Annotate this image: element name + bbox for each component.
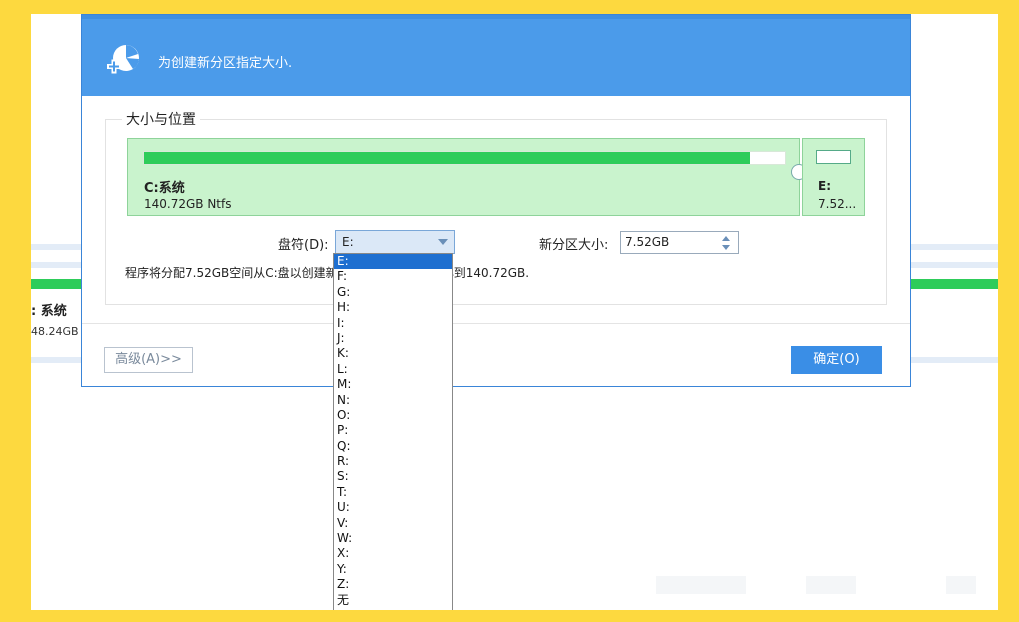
drive-letter-value: E: bbox=[342, 235, 354, 249]
dropdown-option[interactable]: J: bbox=[334, 331, 452, 346]
partition-wizard-icon bbox=[107, 45, 139, 74]
dropdown-option[interactable]: T: bbox=[334, 485, 452, 500]
partition-c-block[interactable]: C:系统 140.72GB Ntfs bbox=[127, 138, 800, 216]
dropdown-option[interactable]: S: bbox=[334, 469, 452, 484]
footer-divider bbox=[82, 323, 910, 324]
header-topline bbox=[82, 15, 910, 19]
bg-faint-block bbox=[946, 576, 976, 594]
partition-c-name: C:系统 bbox=[144, 181, 185, 196]
dropdown-option[interactable]: Y: bbox=[334, 562, 452, 577]
bg-disk-size: 48.24GB bbox=[31, 325, 79, 338]
new-size-spinbox[interactable]: 7.52GB bbox=[620, 231, 739, 254]
dropdown-option[interactable]: P: bbox=[334, 423, 452, 438]
bg-faint-block bbox=[656, 576, 746, 594]
dropdown-option[interactable]: H: bbox=[334, 300, 452, 315]
dropdown-option[interactable]: K: bbox=[334, 346, 452, 361]
partition-e-bar bbox=[816, 150, 851, 164]
spin-up-icon[interactable] bbox=[722, 236, 730, 241]
dropdown-option[interactable]: X: bbox=[334, 546, 452, 561]
dropdown-option[interactable]: E: bbox=[334, 254, 452, 270]
application-window: : 系统 48.24GB 为创建新分区指定大小. 大小与位置 C:系统 140.… bbox=[31, 14, 998, 610]
new-size-value[interactable]: 7.52GB bbox=[625, 235, 669, 249]
dropdown-option[interactable]: U: bbox=[334, 500, 452, 515]
dropdown-option[interactable]: R: bbox=[334, 454, 452, 469]
dialog-header: 为创建新分区指定大小. bbox=[82, 15, 910, 96]
dropdown-option[interactable]: O: bbox=[334, 408, 452, 423]
group-title: 大小与位置 bbox=[122, 109, 200, 129]
dropdown-option[interactable]: V: bbox=[334, 516, 452, 531]
dropdown-option[interactable]: F: bbox=[334, 269, 452, 284]
dropdown-option[interactable]: 无 bbox=[334, 593, 452, 608]
bg-disk-name: : 系统 bbox=[31, 304, 67, 319]
partition-c-size: 140.72GB Ntfs bbox=[144, 197, 232, 211]
dropdown-option[interactable]: L: bbox=[334, 362, 452, 377]
drive-letter-dropdown-list: E: F: G: H: I: J: K: L: M: N: O: P: Q: R: S: T: U: V: W: X:… bbox=[333, 253, 453, 610]
partition-e-size: 7.52... bbox=[818, 197, 857, 211]
ok-button[interactable]: 确定(O) bbox=[791, 346, 882, 374]
create-partition-dialog: 为创建新分区指定大小. 大小与位置 C:系统 140.72GB Ntfs E: … bbox=[81, 14, 911, 387]
chevron-down-icon[interactable] bbox=[438, 239, 448, 245]
dropdown-option[interactable]: M: bbox=[334, 377, 452, 392]
dropdown-option[interactable]: W: bbox=[334, 531, 452, 546]
drive-letter-select[interactable]: E: bbox=[335, 230, 455, 254]
dropdown-option[interactable]: Z: bbox=[334, 577, 452, 592]
advanced-button[interactable]: 高级(A)>> bbox=[104, 347, 193, 373]
usage-bar-fill bbox=[144, 152, 750, 164]
spin-down-icon[interactable] bbox=[722, 245, 730, 250]
new-size-label: 新分区大小: bbox=[539, 238, 609, 253]
dropdown-option[interactable]: Q: bbox=[334, 439, 452, 454]
usage-bar bbox=[143, 151, 786, 165]
bg-faint-block bbox=[806, 576, 856, 594]
partition-e-name: E: bbox=[818, 179, 831, 193]
dropdown-option[interactable]: I: bbox=[334, 316, 452, 331]
dialog-title: 为创建新分区指定大小. bbox=[158, 56, 293, 71]
allocation-info-text: 程序将分配7.52GB空间从C:盘以创建新分区. 因此C:盘将减小到140.72… bbox=[125, 266, 530, 280]
drive-letter-label: 盘符(D): bbox=[278, 238, 329, 253]
dropdown-option[interactable]: N: bbox=[334, 393, 452, 408]
partition-e-block[interactable]: E: 7.52... bbox=[802, 138, 865, 216]
dropdown-option[interactable]: G: bbox=[334, 285, 452, 300]
